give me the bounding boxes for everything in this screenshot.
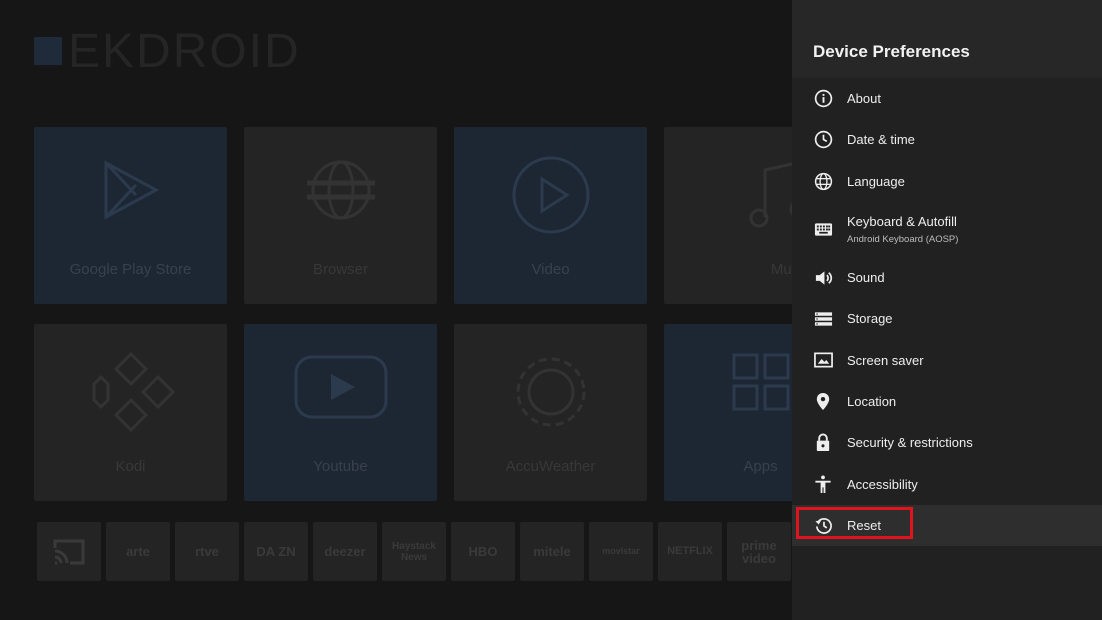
menu-item-reset[interactable]: Reset (792, 504, 1102, 546)
lock-icon (813, 433, 833, 453)
tile-label: Kodi (115, 458, 146, 475)
page-title: Device Preferences (813, 42, 970, 61)
app-cast[interactable] (37, 522, 101, 581)
menu-item-label: Security & restrictions (847, 435, 973, 451)
menu-item-location[interactable]: Location (792, 381, 1102, 422)
music-note-icon (749, 162, 792, 228)
apps-grid-icon (732, 353, 789, 411)
menu-item-label: About (847, 91, 881, 107)
menu-item-security-restrictions[interactable]: Security & restrictions (792, 422, 1102, 463)
app-rtve[interactable]: rtve (175, 522, 239, 581)
menu-item-about[interactable]: About (792, 78, 1102, 119)
tile-label: Video (531, 261, 570, 278)
menu-item-label: Accessibility (847, 476, 918, 492)
tile-browser[interactable]: Browser (244, 127, 437, 304)
tile-label: AccuWeather (505, 458, 596, 475)
clock-icon (813, 130, 833, 150)
device-preferences-panel: Device Preferences About Date & time Lan… (792, 0, 1102, 620)
location-pin-icon (813, 391, 833, 411)
globe-icon (813, 171, 833, 191)
sun-icon (516, 357, 585, 427)
app-strip: arte rtve DA ZN deezer Haystack News HBO… (37, 522, 791, 581)
menu-item-label: Language (847, 173, 905, 189)
globe-icon (306, 160, 375, 220)
accessibility-icon (813, 474, 833, 494)
youtube-icon (294, 355, 387, 419)
info-icon (813, 89, 833, 109)
menu-item-sublabel: Android Keyboard (AOSP) (847, 233, 959, 245)
speaker-icon (813, 268, 833, 288)
menu-item-label: Keyboard & Autofill (847, 213, 957, 229)
menu-item-language[interactable]: Language (792, 161, 1102, 202)
app-movistar[interactable]: movistar (589, 522, 653, 581)
app-netflix[interactable]: NETFLIX (658, 522, 722, 581)
tile-accuweather[interactable]: AccuWeather (454, 324, 647, 501)
tile-label: Browser (312, 261, 368, 278)
logo-text: EKDROID (68, 24, 301, 78)
tile-label: Apps (743, 458, 778, 475)
app-deezer[interactable]: deezer (313, 522, 377, 581)
tile-label: Youtube (313, 458, 368, 475)
tile-label: Google Play Store (69, 261, 192, 278)
play-store-icon (104, 160, 159, 220)
tile-kodi[interactable]: Kodi (34, 324, 227, 501)
menu-item-label: Date & time (847, 132, 915, 148)
menu-item-date-time[interactable]: Date & time (792, 119, 1102, 160)
app-dazn[interactable]: DA ZN (244, 522, 308, 581)
logo-square (34, 37, 62, 65)
screen-saver-icon (813, 350, 833, 370)
tile-label: Music (770, 261, 792, 278)
menu-item-label: Sound (847, 270, 885, 286)
tile-video[interactable]: Video (454, 127, 647, 304)
tile-apps[interactable]: Apps (664, 324, 792, 501)
tile-google-play-store[interactable]: Google Play Store (34, 127, 227, 304)
brand-logo: EKDROID (34, 24, 301, 78)
menu-item-storage[interactable]: Storage (792, 298, 1102, 339)
panel-header: Device Preferences (792, 0, 1102, 78)
preferences-menu: About Date & time Language Keyboard & Au… (792, 78, 1102, 546)
tile-youtube[interactable]: Youtube (244, 324, 437, 501)
keyboard-icon (813, 219, 833, 239)
menu-item-accessibility[interactable]: Accessibility (792, 463, 1102, 504)
app-arte[interactable]: arte (106, 522, 170, 581)
app-haystack-news[interactable]: Haystack News (382, 522, 446, 581)
menu-item-label: Screen saver (847, 352, 924, 368)
kodi-icon (92, 352, 175, 432)
storage-icon (813, 309, 833, 329)
app-mitele[interactable]: mitele (520, 522, 584, 581)
menu-item-screen-saver[interactable]: Screen saver (792, 339, 1102, 380)
cast-icon (53, 539, 85, 564)
launcher-background: EKDROID Google Play Store Browser Video … (0, 0, 792, 620)
tile-music[interactable]: Music (664, 127, 792, 304)
menu-item-label: Location (847, 393, 897, 409)
menu-item-label: Storage (847, 311, 893, 327)
menu-item-sound[interactable]: Sound (792, 257, 1102, 298)
app-prime-video[interactable]: prime video (727, 522, 791, 581)
highlight-box (796, 506, 913, 539)
play-circle-icon (512, 156, 589, 234)
app-hbo[interactable]: HBO (451, 522, 515, 581)
menu-item-keyboard-autofill[interactable]: Keyboard & Autofill Android Keyboard (AO… (792, 202, 1102, 257)
